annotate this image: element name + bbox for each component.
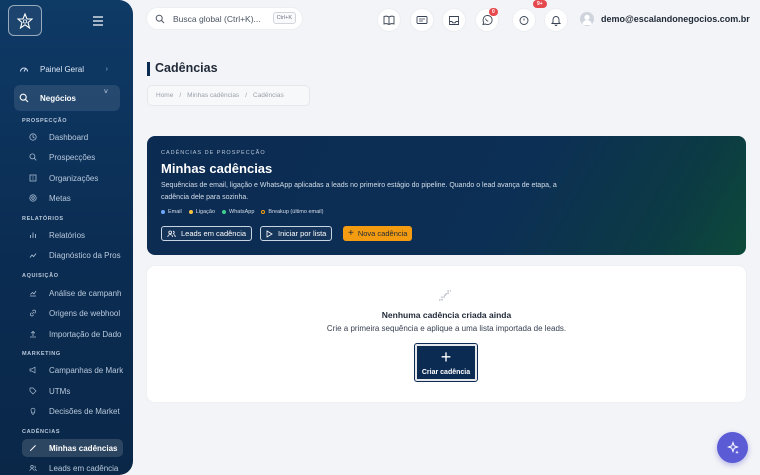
empty-state-subtitle: Crie a primeira sequência e aplique a um… [326,324,567,333]
chart-line-icon [28,289,38,297]
search-input[interactable]: Busca global (Ctrl+K)... [173,14,261,24]
chart-bars-icon [28,231,38,239]
pencil-icon [28,444,38,452]
menu-toggle-icon[interactable] [92,13,104,26]
clock-icon [28,133,38,141]
sidebar-item-origens-webhook[interactable]: Origens de webhool [22,304,123,322]
hero-title: Minhas cadências [161,161,273,176]
breadcrumb-current: Cadências [253,92,284,99]
app-logo[interactable] [8,5,42,36]
legend-whatsapp: WhatsApp [222,209,254,215]
target-icon [28,194,38,202]
plus-icon: + [348,227,354,239]
breadcrumb-separator: / [245,92,247,99]
breadcrumb: Home / Minhas cadências / Cadências [147,85,310,106]
sidebar-item-prospeccoes[interactable]: Prospecções [22,148,123,166]
dashboard-gauge-icon [18,64,30,74]
ligacao-dot-icon [188,210,193,214]
sidebar: Painel Geral › Negócios ˅ PROSPECÇÃO Das… [0,0,133,475]
sidebar-item-painel-geral[interactable]: Painel Geral › [14,57,120,81]
nova-cadencia-button[interactable]: + Nova cadência [343,226,413,241]
breadcrumb-separator: / [179,92,182,99]
lightbulb-icon [28,407,38,415]
title-accent [147,62,150,76]
leads-em-cadencia-button[interactable]: Leads em cadência [161,226,253,241]
section-aquisicao: AQUISIÇÃO [22,273,59,279]
chevron-down-icon: ˅ [103,89,108,96]
sidebar-item-relatorios[interactable]: Relatórios [22,226,123,244]
chevron-right-icon: › [105,65,108,73]
megaphone-icon [28,366,38,374]
link-icon [28,309,38,317]
legend-email: Email [161,209,182,215]
sidebar-item-analise-campanhas[interactable]: Análise de campanh [22,284,123,302]
avatar [580,12,594,26]
page-title: Cadências [155,61,218,75]
sidebar-item-campanhas[interactable]: Campanhas de Mark [22,361,123,379]
tag-icon [28,387,38,395]
sparkles-icon [726,440,739,454]
building-icon [28,174,38,182]
sidebar-item-minhas-cadencias[interactable]: Minhas cadências [22,439,123,457]
sidebar-item-diagnostico[interactable]: Diagnóstico da Pros [22,246,123,264]
sidebar-item-utms[interactable]: UTMs [22,382,123,400]
hero-eyebrow: CADÊNCIAS DE PROSPECÇÃO [161,150,266,156]
card-icon[interactable] [411,9,433,31]
user-menu[interactable]: demo@escalandonegocios.com.br [580,12,750,26]
section-prospeccao: PROSPECÇÃO [22,118,68,124]
sidebar-item-organizacoes[interactable]: Organizações [22,169,123,187]
email-dot-icon [161,210,165,214]
breadcrumb-minhas[interactable]: Minhas cadências [187,92,239,99]
legend-ligacao: Ligação [188,209,215,215]
trend-icon [28,251,38,259]
empty-state-title: Nenhuma cadência criada ainda [381,310,512,320]
sidebar-item-importacao[interactable]: Importação de Dado [22,325,123,343]
iniciar-por-lista-button[interactable]: Iniciar por lista [260,226,333,241]
channel-legend: Email Ligação WhatsApp Breakup (último e… [161,209,330,215]
sidebar-item-leads-cadencia[interactable]: Leads em cadência [22,459,123,475]
play-icon [266,229,273,238]
hero-banner: CADÊNCIAS DE PROSPECÇÃO Minhas cadências… [147,136,746,255]
sidebar-item-metas[interactable]: Metas [22,189,123,207]
users-icon [28,464,38,472]
users-icon [167,230,176,238]
section-marketing: MARKETING [22,351,61,357]
section-relatorios: RELATÓRIOS [22,216,64,222]
hero-description: Sequências de email, ligação e WhatsApp … [161,182,557,201]
stairs-icon [437,288,455,307]
empty-state-card: Nenhuma cadência criada ainda Crie a pri… [147,266,746,402]
shortcut-hint: Ctrl+K [272,12,296,24]
sidebar-item-decisoes[interactable]: Decisões de Market [22,402,123,420]
upload-icon [28,330,38,338]
bell-icon[interactable] [545,9,567,31]
sidebar-item-dashboard[interactable]: Dashboard [22,128,123,146]
ai-assistant-button[interactable] [717,432,748,463]
global-search[interactable]: Busca global (Ctrl+K)... Ctrl+K [147,8,302,29]
alerts-badge: 9+ [533,0,547,8]
breakup-dot-icon [261,210,266,214]
timer-icon[interactable] [513,9,535,31]
star-logo-icon [17,12,33,29]
inbox-icon[interactable] [443,9,465,31]
search-icon [18,93,30,103]
legend-breakup: Breakup (último email) [261,209,323,215]
whatsapp-badge: 0 [489,8,498,16]
book-icon[interactable] [378,9,400,31]
plus-icon: + [440,347,452,367]
search-icon [155,14,165,24]
criar-cadencia-button[interactable]: + Criar cadência [414,343,478,382]
search-icon [28,153,38,161]
whatsapp-dot-icon [222,210,227,214]
sidebar-item-negocios[interactable]: Negócios ˅ [14,85,120,111]
section-cadencias: CADÊNCIAS [22,429,61,435]
user-email: demo@escalandonegocios.com.br [601,14,750,24]
breadcrumb-home[interactable]: Home [156,92,173,99]
